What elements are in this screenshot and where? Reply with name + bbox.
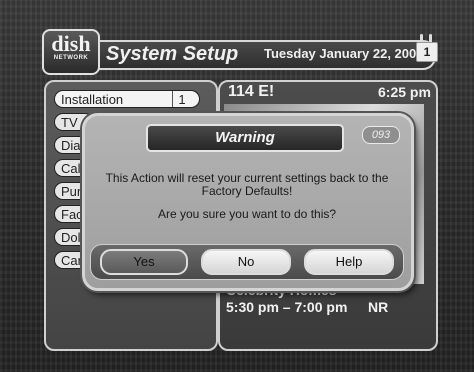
menu-item-label: Dia — [61, 138, 81, 153]
menu-item-number: 1 — [172, 91, 191, 107]
program-time: 5:30 pm – 7:00 pm — [226, 299, 348, 315]
menu-item-label: Fac — [61, 207, 83, 222]
date-display: Tuesday January 22, 2002 — [264, 46, 424, 61]
menu-item-label: Installation — [61, 92, 124, 107]
yes-button[interactable]: Yes — [100, 249, 188, 275]
dish-network-logo: dish NETWORK — [42, 29, 100, 75]
menu-item-label: Pur — [61, 184, 82, 199]
calendar-day: 1 — [416, 42, 438, 62]
dialog-title: Warning — [146, 124, 344, 152]
tv-channel: 114 E! — [228, 83, 275, 100]
calendar-icon: 1 — [414, 32, 438, 62]
menu-item-label: Cal — [61, 161, 81, 176]
program-rating: NR — [368, 299, 389, 315]
tv-time: 6:25 pm — [378, 84, 431, 100]
dialog-message-line3: Are you sure you want to do this? — [157, 207, 337, 221]
logo-word: dish — [51, 31, 91, 56]
help-button[interactable]: Help — [304, 249, 394, 275]
dialog-code: 093 — [362, 126, 400, 144]
no-button[interactable]: No — [201, 249, 291, 275]
menu-item-label: Dol — [61, 230, 81, 245]
page-title: System Setup — [106, 43, 239, 65]
menu-item-label: TV — [61, 115, 78, 130]
dialog-message-line1: This Action will reset your current sett… — [105, 171, 389, 185]
dialog-message-line2: Factory Defaults! — [201, 184, 293, 198]
menu-item-installation[interactable]: Installation 1 — [54, 90, 200, 108]
